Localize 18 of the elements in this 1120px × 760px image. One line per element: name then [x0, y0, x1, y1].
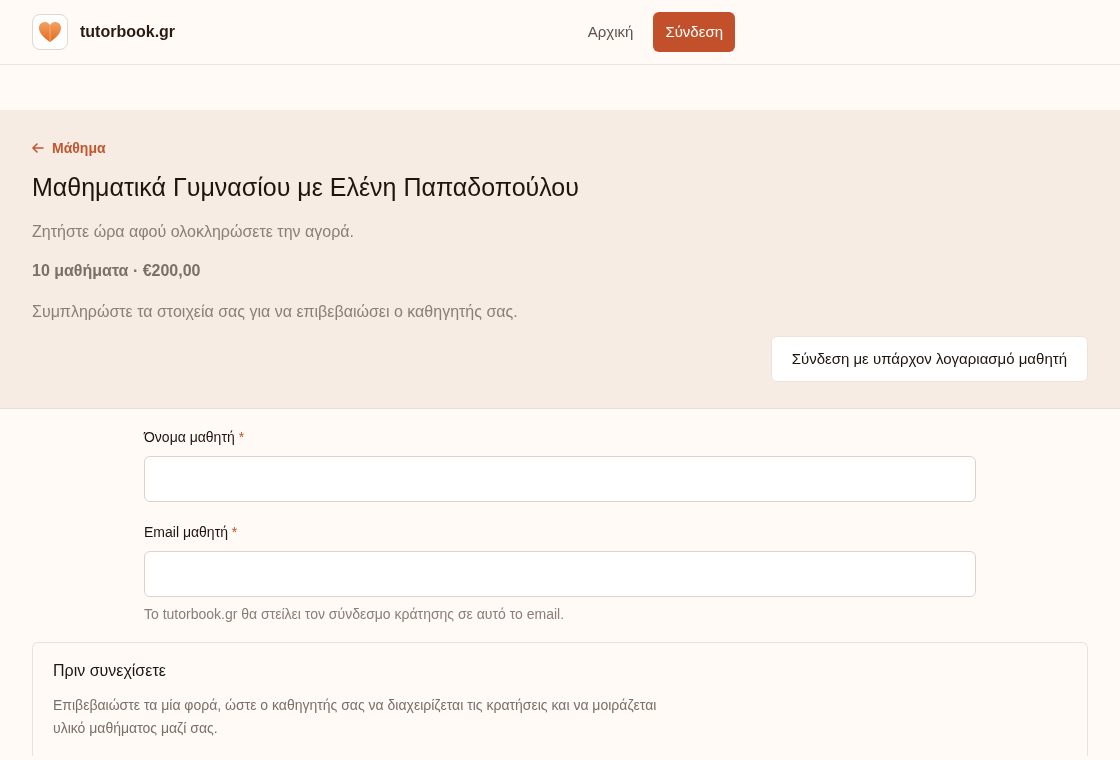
notice-text: Επιβεβαιώστε τα μία φορά, ώστε ο καθηγητής σας να διαχειρίζεται τις κρατήσεις και να μοιράζεται υλικό μαθήματος μαζί σας.: [53, 696, 658, 738]
existing-account-login-button[interactable]: Σύνδεση με υπάρχον λογαριασμό μαθητή: [770, 336, 1088, 382]
home-link[interactable]: Αρχική: [575, 12, 646, 52]
brand-name[interactable]: tutorbook.gr: [80, 20, 176, 44]
left-arrow-icon: [32, 143, 44, 153]
input-field[interactable]: [144, 551, 976, 597]
sign-in-button[interactable]: Σύνδεση: [653, 12, 735, 52]
booking-note: Ζητήστε ώρα αφού ολοκληρώσετε την αγορά.: [32, 222, 355, 242]
form-instruction: Συμπληρώστε τα στοιχεία σας για να επιβεβαιώσει ο καθηγητής σας.: [32, 302, 519, 322]
course-title: Μαθηματικά Γυμνασίου με Ελένη Παπαδοπούλου: [32, 172, 580, 203]
field-label: Email μαθητή *: [144, 523, 238, 542]
package-summary: 10 μαθήματα · €200,00: [32, 261, 202, 281]
notice-title: Πριν συνεχίσετε: [53, 661, 167, 680]
back-link[interactable]: Μάθημα: [32, 137, 106, 159]
field-help-text: Το tutorbook.gr θα στείλει τον σύνδεσμο κράτησης σε αυτό το email.: [144, 605, 566, 624]
heart-logo-icon[interactable]: [32, 14, 68, 50]
input-field[interactable]: [144, 456, 976, 502]
field-label: Όνομα μαθητή *: [144, 428, 245, 447]
